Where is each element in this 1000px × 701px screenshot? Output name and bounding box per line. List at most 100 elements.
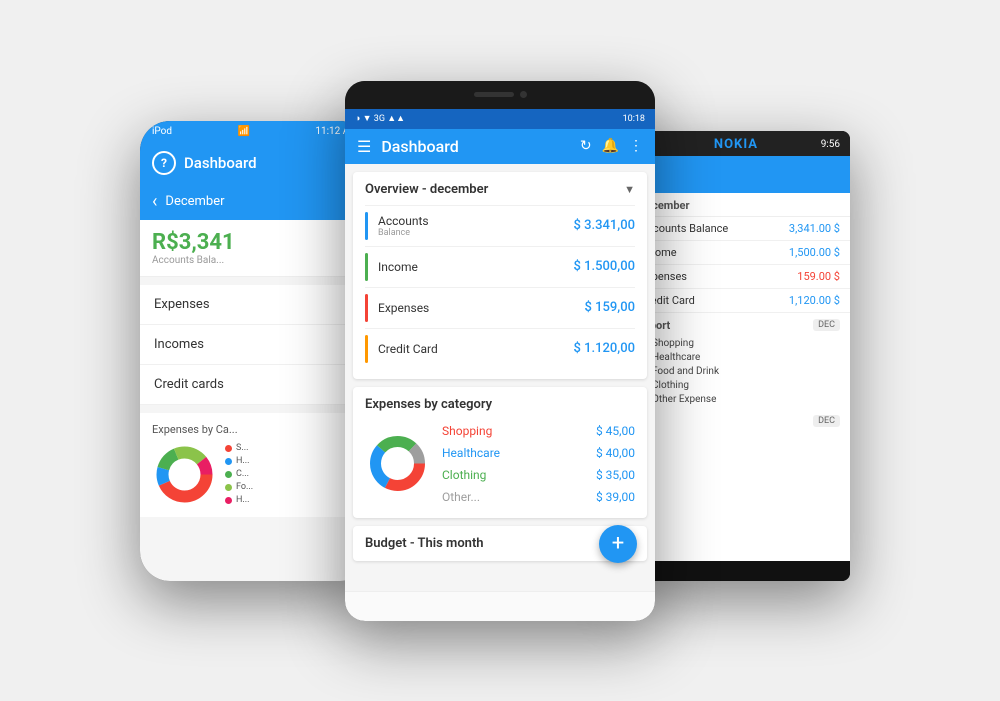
nokia-amount-accounts: 3,341.00 $ bbox=[789, 222, 840, 235]
legend-item-healthcare: H... bbox=[225, 456, 253, 466]
cat-row-healthcare: Healthcare $ 40,00 bbox=[442, 442, 635, 464]
nokia-legend-food: Food and Drink bbox=[640, 366, 840, 377]
nokia-dec-row2: DEC bbox=[630, 411, 850, 431]
nokia-legend-other: Other Expense bbox=[640, 394, 840, 405]
overview-row-expenses: Expenses $ 159,00 bbox=[365, 287, 635, 328]
left-nav-label: December bbox=[165, 194, 224, 209]
left-balance-label: Accounts Bala... bbox=[152, 255, 358, 266]
expenses-category-card: Expenses by category bbox=[353, 387, 647, 518]
expenses-cat-header: Expenses by category bbox=[365, 397, 635, 412]
overview-chevron-icon[interactable]: ▼ bbox=[624, 183, 635, 196]
fab-button[interactable]: + bbox=[599, 525, 637, 563]
credit-amount: $ 1.120,00 bbox=[574, 341, 635, 356]
nokia-row-income: Income 1,500.00 $ bbox=[630, 241, 850, 265]
left-balance-amount: R$3,341 bbox=[152, 230, 358, 255]
left-chart-title: Expenses by Ca... bbox=[152, 423, 358, 436]
cat-name-clothing: Clothing bbox=[442, 468, 596, 482]
left-menu-credit[interactable]: Credit cards bbox=[140, 365, 370, 405]
accounts-label: Accounts Balance bbox=[378, 214, 574, 238]
left-top-bar: ? Dashboard bbox=[140, 143, 370, 185]
nokia-row-accounts: Accounts Balance 3,341.00 $ bbox=[630, 217, 850, 241]
nokia-bottom bbox=[630, 561, 850, 581]
left-back-arrow-icon[interactable]: ‹ bbox=[152, 191, 157, 212]
overview-row-accounts: Accounts Balance $ 3.341,00 bbox=[365, 205, 635, 246]
center-status-icons: ◑ ▼ 3G ▲▲ bbox=[355, 113, 405, 124]
left-legend: S... H... C... Fo... bbox=[225, 443, 253, 505]
left-chart-area: S... H... C... Fo... bbox=[152, 442, 358, 507]
center-time: 10:18 bbox=[623, 114, 645, 124]
phone-center: ◑ ▼ 3G ▲▲ 10:18 ☰ Dashboard ↻ 🔔 ⋮ Overvi… bbox=[345, 81, 655, 621]
left-carrier: iPod bbox=[152, 126, 172, 137]
overview-row-income: Income $ 1.500,00 bbox=[365, 246, 635, 287]
left-status-bar: iPod 📶 11:12 AM bbox=[140, 121, 370, 143]
cat-amount-healthcare: $ 40,00 bbox=[596, 446, 635, 460]
expenses-donut-svg bbox=[365, 431, 430, 496]
nokia-brand: NOKIA bbox=[714, 137, 758, 152]
cat-amount-shopping: $ 45,00 bbox=[596, 424, 635, 438]
income-amount: $ 1.500,00 bbox=[574, 259, 635, 274]
help-circle-icon[interactable]: ? bbox=[152, 151, 176, 175]
nokia-row-credit: Credit Card 1,120.00 $ bbox=[630, 289, 850, 313]
center-speaker bbox=[474, 92, 514, 97]
center-camera-bar bbox=[345, 81, 655, 109]
overview-card: Overview - december ▼ Accounts Balance $… bbox=[353, 172, 647, 379]
notification-icon[interactable]: 🔔 bbox=[602, 138, 619, 154]
cat-row-clothing: Clothing $ 35,00 bbox=[442, 464, 635, 486]
center-status-bar: ◑ ▼ 3G ▲▲ 10:18 bbox=[345, 109, 655, 129]
overview-title: Overview - december bbox=[365, 182, 488, 197]
nokia-time: 9:56 bbox=[821, 139, 840, 150]
phone-left: iPod 📶 11:12 AM ? Dashboard ‹ December R… bbox=[140, 121, 370, 581]
app-bar-icons: ↻ 🔔 ⋮ bbox=[580, 138, 643, 154]
left-chart-section: Expenses by Ca... S... bbox=[140, 413, 370, 517]
cat-name-other: Other... bbox=[442, 490, 596, 504]
nokia-amount-expenses: 159.00 $ bbox=[797, 270, 840, 283]
legend-item-food: Fo... bbox=[225, 482, 253, 492]
left-nav-bar: ‹ December bbox=[140, 185, 370, 220]
left-balance-section: R$3,341 Accounts Bala... bbox=[140, 220, 370, 277]
legend-item-shopping: S... bbox=[225, 443, 253, 453]
refresh-icon[interactable]: ↻ bbox=[580, 138, 592, 154]
expenses-cat-body: Shopping $ 45,00 Healthcare $ 40,00 Clot… bbox=[365, 420, 635, 508]
center-app-title: Dashboard bbox=[381, 137, 569, 156]
left-donut-chart bbox=[152, 442, 217, 507]
nokia-report-header: report DEC bbox=[630, 313, 850, 334]
nokia-amount-credit: 1,120.00 $ bbox=[789, 294, 840, 307]
accounts-amount: $ 3.341,00 bbox=[574, 218, 635, 233]
legend-item-clothing: C... bbox=[225, 469, 253, 479]
scene: iPod 📶 11:12 AM ? Dashboard ‹ December R… bbox=[110, 61, 890, 641]
cat-name-shopping: Shopping bbox=[442, 424, 596, 438]
nokia-header: b bbox=[630, 156, 850, 193]
income-label: Income bbox=[378, 260, 574, 274]
category-list: Shopping $ 45,00 Healthcare $ 40,00 Clot… bbox=[442, 420, 635, 508]
left-content: R$3,341 Accounts Bala... Expenses Income… bbox=[140, 220, 370, 581]
left-menu-expenses[interactable]: Expenses bbox=[140, 285, 370, 325]
phone-right: 🔋 NOKIA 9:56 b december Accounts Balance… bbox=[630, 131, 850, 581]
hamburger-icon[interactable]: ☰ bbox=[357, 137, 371, 156]
nokia-top-bar: 🔋 NOKIA 9:56 bbox=[630, 131, 850, 156]
cat-name-healthcare: Healthcare bbox=[442, 446, 596, 460]
nokia-section-title: december bbox=[630, 193, 850, 217]
nokia-legend: Shopping Healthcare Food and Drink Cloth… bbox=[630, 338, 850, 411]
credit-label: Credit Card bbox=[378, 342, 574, 356]
nokia-row-expenses: Expenses 159.00 $ bbox=[630, 265, 850, 289]
legend-item-health2: H... bbox=[225, 495, 253, 505]
cat-amount-other: $ 39,00 bbox=[596, 490, 635, 504]
left-menu-incomes[interactable]: Incomes bbox=[140, 325, 370, 365]
nokia-legend-shopping: Shopping bbox=[640, 338, 840, 349]
more-icon[interactable]: ⋮ bbox=[629, 138, 643, 154]
expenses-amount: $ 159,00 bbox=[585, 300, 635, 315]
left-wifi-icon: 📶 bbox=[237, 126, 249, 137]
cat-row-other: Other... $ 39,00 bbox=[442, 486, 635, 508]
center-bottom-nav bbox=[345, 591, 655, 621]
expenses-label: Expenses bbox=[378, 301, 585, 315]
overview-row-credit: Credit Card $ 1.120,00 bbox=[365, 328, 635, 369]
nokia-dec-badge: DEC bbox=[813, 319, 840, 331]
cat-amount-clothing: $ 35,00 bbox=[596, 468, 635, 482]
nokia-screen: b december Accounts Balance 3,341.00 $ I… bbox=[630, 156, 850, 561]
overview-card-header: Overview - december ▼ bbox=[365, 182, 635, 197]
center-camera-dot bbox=[520, 91, 527, 98]
nokia-legend-clothing: Clothing bbox=[640, 380, 840, 391]
left-app-title: Dashboard bbox=[184, 154, 257, 172]
center-app-bar: ☰ Dashboard ↻ 🔔 ⋮ bbox=[345, 129, 655, 164]
left-menu: Expenses Incomes Credit cards bbox=[140, 285, 370, 405]
